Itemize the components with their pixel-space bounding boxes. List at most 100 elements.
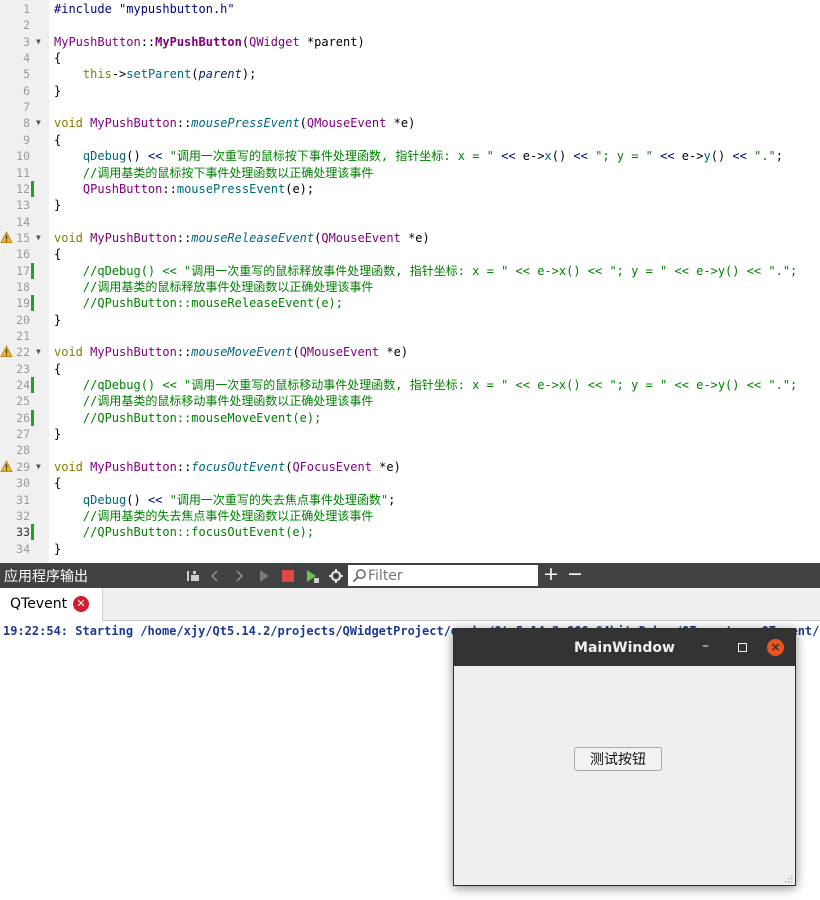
warning-icon[interactable]: [0, 459, 13, 473]
fold-arrow-icon[interactable]: ▼: [36, 459, 44, 475]
fold-arrow-icon[interactable]: ▼: [36, 344, 44, 360]
settings-gear-icon[interactable]: [328, 568, 344, 584]
code-line[interactable]: 15 ▼ void MyPushButton::mouseReleaseEvent(…: [0, 230, 820, 246]
code-line[interactable]: 16 {: [0, 246, 820, 262]
code-line[interactable]: 23 {: [0, 361, 820, 377]
warning-icon[interactable]: [0, 345, 13, 358]
code-line[interactable]: 11 //调用基类的鼠标按下事件处理函数以正确处理该事件: [0, 165, 820, 181]
code-line[interactable]: 29 ▼ void MyPushButton::focusOutEvent(QFoc…: [0, 459, 820, 475]
zoom-in-button[interactable]: +: [543, 563, 559, 585]
next-item-icon[interactable]: [231, 568, 247, 584]
filter-box[interactable]: [348, 565, 538, 586]
run-icon[interactable]: [256, 568, 272, 584]
tab-close-icon[interactable]: ✕: [73, 596, 89, 612]
code-token: ->: [111, 67, 127, 82]
line-number: 2: [23, 18, 30, 33]
code-token: (): [126, 149, 148, 164]
code-token: (): [551, 149, 574, 164]
code-line[interactable]: 2: [0, 17, 820, 33]
code-line[interactable]: 32 //调用基类的失去焦点事件处理函数以正确处理该事件: [0, 508, 820, 524]
line-number: 10: [16, 149, 30, 164]
line-number: 20: [16, 312, 30, 327]
code-line[interactable]: 25 //调用基类的鼠标移动事件处理函数以正确处理该事件: [0, 393, 820, 409]
code-line[interactable]: 30 {: [0, 475, 820, 491]
attach-debugger-icon[interactable]: [185, 568, 201, 584]
tab-qtevent[interactable]: QTevent ✕: [0, 588, 103, 621]
previous-item-icon[interactable]: [207, 568, 223, 584]
fold-arrow-icon[interactable]: ▼: [36, 230, 44, 246]
code-line[interactable]: 28: [0, 442, 820, 458]
filter-input[interactable]: [368, 565, 533, 586]
code-line[interactable]: 8 ▼ void MyPushButton::mousePressEvent(QMo…: [0, 115, 820, 131]
code-text: }: [54, 312, 61, 328]
code-line[interactable]: 24 //qDebug() << "调用一次重写的鼠标移动事件处理函数, 指针坐…: [0, 377, 820, 394]
code-line[interactable]: 10 qDebug() << "调用一次重写的鼠标按下事件处理函数, 指针坐标:…: [0, 148, 820, 164]
warning-icon[interactable]: [0, 231, 13, 244]
code-token: QMouseEvent: [321, 230, 401, 245]
code-text: }: [54, 197, 61, 213]
code-line[interactable]: 7: [0, 99, 820, 115]
code-token: ;: [388, 492, 396, 507]
code-line[interactable]: 13}: [0, 197, 820, 213]
code-line[interactable]: 17 //qDebug() << "调用一次重写的鼠标释放事件处理函数, 指针坐…: [0, 262, 820, 279]
code-line[interactable]: 12 QPushButton::mousePressEvent(e);: [0, 180, 820, 197]
code-line[interactable]: 18 //调用基类的鼠标释放事件处理函数以正确处理该事件: [0, 279, 820, 295]
code-token: (): [126, 492, 148, 507]
code-line[interactable]: 33 //QPushButton::focusOutEvent(e);: [0, 524, 820, 541]
line-number: 19: [16, 296, 30, 311]
fold-arrow-icon[interactable]: ▼: [36, 34, 44, 50]
code-line[interactable]: 1 #include "mypushbutton.h": [0, 1, 820, 17]
debug-run-icon[interactable]: [304, 568, 320, 584]
zoom-out-button[interactable]: −: [567, 563, 583, 585]
code-token: (: [191, 67, 199, 82]
code-line[interactable]: 14: [0, 214, 820, 230]
code-line[interactable]: 27}: [0, 426, 820, 442]
test-button[interactable]: 测试按钮: [574, 747, 662, 771]
line-number: 24: [16, 378, 30, 393]
code-line[interactable]: 22 ▼ void MyPushButton::mouseMoveEvent(QMo…: [0, 344, 820, 360]
code-token: *e): [400, 230, 430, 245]
resize-grip-icon[interactable]: [783, 873, 793, 883]
fold-arrow-icon[interactable]: ▼: [36, 115, 44, 131]
code-token: }: [54, 83, 62, 98]
code-line[interactable]: 6}: [0, 83, 820, 99]
code-token: <<: [732, 149, 747, 164]
code-token: e->: [674, 149, 704, 164]
line-number: 7: [23, 100, 30, 115]
code-line[interactable]: 21: [0, 328, 820, 344]
code-token: (: [241, 34, 250, 49]
code-line[interactable]: 34}: [0, 541, 820, 557]
code-line[interactable]: 31 qDebug() << "调用一次重写的失去焦点事件处理函数";: [0, 492, 820, 508]
code-text: //qDebug() << "调用一次重写的鼠标移动事件处理函数, 指针坐标: …: [54, 377, 797, 393]
maximize-button[interactable]: [738, 643, 747, 652]
code-line[interactable]: 9{: [0, 132, 820, 148]
code-text: //QPushButton::mouseReleaseEvent(e);: [54, 295, 343, 311]
code-line[interactable]: 4{: [0, 50, 820, 66]
close-button[interactable]: ×: [767, 639, 784, 656]
code-line[interactable]: 19 //QPushButton::mouseReleaseEvent(e);: [0, 295, 820, 312]
code-editor[interactable]: 1 #include "mypushbutton.h" 2 3 ▼ MyPushButto…: [0, 0, 820, 563]
line-number: 4: [23, 51, 30, 66]
code-text: void MyPushButton::mousePressEvent(QMous…: [54, 115, 415, 131]
modified-line-marker: [31, 295, 34, 312]
code-line[interactable]: 20}: [0, 312, 820, 328]
code-line[interactable]: 26 //QPushButton::mouseMoveEvent(e);: [0, 409, 820, 426]
code-token: e->: [515, 149, 545, 164]
code-line[interactable]: 3 ▼ MyPushButton::MyPushButton(QWidget *pa…: [0, 34, 820, 50]
window-titlebar[interactable]: MainWindow – ×: [454, 629, 795, 666]
code-line[interactable]: 5 this->setParent(parent);: [0, 66, 820, 82]
main-window[interactable]: MainWindow – × 测试按钮: [453, 628, 796, 886]
line-number: 17: [16, 263, 30, 278]
code-token: MyPushButton: [155, 34, 242, 49]
code-token: <<: [147, 492, 163, 507]
stop-icon[interactable]: [280, 568, 296, 584]
line-number: 27: [16, 427, 30, 442]
code-text: {: [54, 246, 61, 262]
minimize-button[interactable]: –: [702, 638, 709, 654]
code-token: ::: [176, 230, 192, 245]
